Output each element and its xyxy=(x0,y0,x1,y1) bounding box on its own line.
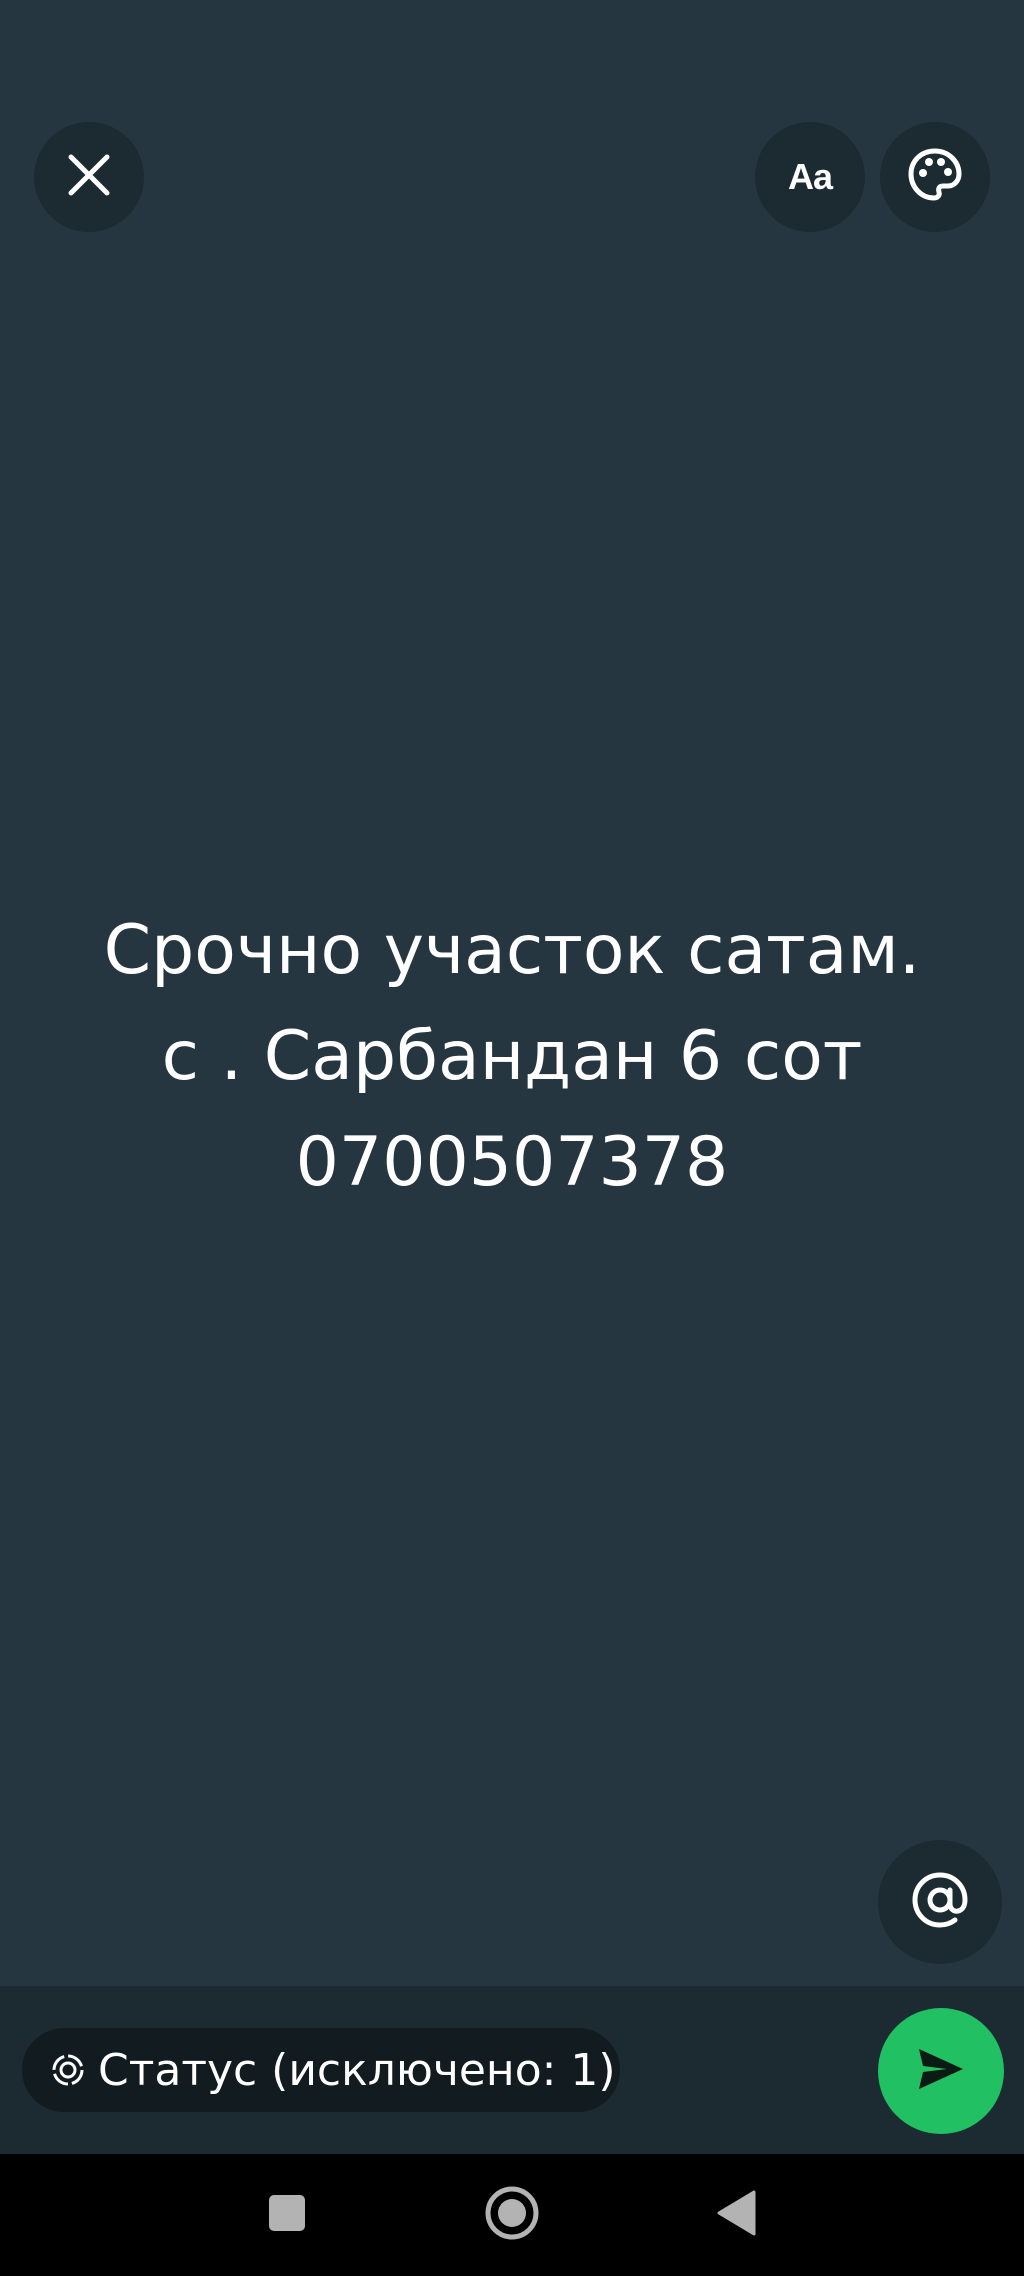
background-color-button[interactable] xyxy=(880,122,990,232)
status-text[interactable]: Срочно участок сатам. с . Сарбандан 6 со… xyxy=(40,898,984,1216)
palette-icon xyxy=(907,147,963,208)
status-audience-chip[interactable]: Статус (исключено: 1) xyxy=(22,2028,620,2112)
status-editor-screen: Aa Срочно участок сатам. с . Сарбандан 6… xyxy=(0,0,1024,2276)
square-icon xyxy=(268,2194,306,2237)
recents-button[interactable] xyxy=(255,2180,319,2250)
status-ring-icon xyxy=(50,2052,86,2088)
send-icon xyxy=(913,2041,969,2102)
circle-home-icon xyxy=(484,2185,540,2246)
close-icon xyxy=(65,151,113,204)
font-style-button[interactable]: Aa xyxy=(755,122,865,232)
send-button[interactable] xyxy=(878,2008,1004,2134)
font-style-label: Aa xyxy=(787,156,833,197)
status-audience-label: Статус (исключено: 1) xyxy=(98,2044,616,2096)
close-button[interactable] xyxy=(34,122,144,232)
at-sign-icon xyxy=(910,1870,970,1935)
back-button[interactable] xyxy=(704,2180,768,2250)
mention-button[interactable] xyxy=(878,1840,1002,1964)
triangle-back-icon xyxy=(716,2190,756,2241)
home-button[interactable] xyxy=(480,2180,544,2250)
